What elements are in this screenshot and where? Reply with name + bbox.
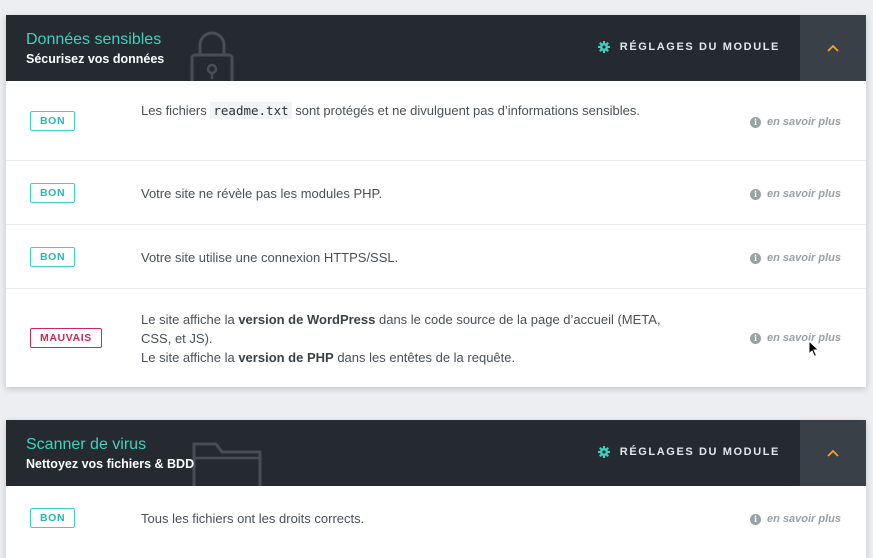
folder-icon [192, 442, 262, 486]
list-item: MAUVAIS Le site affiche la version de Wo… [6, 288, 866, 387]
status-badge: BON [30, 247, 76, 267]
row-text: Tous les fichiers ont les droits correct… [141, 511, 365, 526]
code-snippet: readme.txt [210, 102, 292, 119]
row-text: Les fichiers readme.txt sont protégés et… [141, 102, 640, 119]
list-item: BON Votre site ne révèle pas les modules… [6, 160, 866, 224]
module-virus-scanner: Scanner de virus Nettoyez vos fichiers &… [6, 420, 866, 558]
module-header: Scanner de virus Nettoyez vos fichiers &… [6, 420, 866, 486]
module-settings-label: RÉGLAGES DU MODULE [619, 41, 780, 53]
module-subtitle: Sécurisez vos données [26, 52, 165, 66]
lock-icon [190, 31, 234, 81]
learn-more-link[interactable]: i en savoir plus [750, 116, 841, 128]
info-icon: i [750, 252, 762, 264]
status-badge: MAUVAIS [30, 328, 102, 348]
module-sensitive-data: Données sensibles Sécurisez vos données … [6, 15, 866, 387]
module-header: Données sensibles Sécurisez vos données … [6, 15, 866, 81]
learn-more-link[interactable]: i en savoir plus [750, 332, 841, 344]
info-icon: i [750, 116, 762, 128]
learn-more-link[interactable]: i en savoir plus [750, 513, 841, 525]
list-item: BON Les fichiers readme.txt sont protégé… [6, 81, 866, 160]
learn-more-link[interactable]: i en savoir plus [750, 188, 841, 200]
mouse-cursor-icon [808, 340, 820, 358]
status-badge: BON [30, 508, 76, 528]
row-text: Votre site utilise une connexion HTTPS/S… [141, 250, 399, 265]
list-item: BON Votre site utilise une connexion HTT… [6, 224, 866, 288]
info-icon: i [750, 332, 762, 344]
module-title: Scanner de virus [26, 436, 147, 453]
row-text: Votre site ne révèle pas les modules PHP… [141, 186, 383, 201]
module-title: Données sensibles [26, 31, 162, 48]
module-settings-button[interactable]: RÉGLAGES DU MODULE [597, 446, 780, 458]
list-item: BON Tous les fichiers ont les droits cor… [6, 486, 866, 550]
info-icon: i [750, 188, 762, 200]
chevron-up-icon [827, 449, 839, 457]
info-icon: i [750, 513, 762, 525]
module-subtitle: Nettoyez vos fichiers & BDD [26, 457, 195, 471]
gear-icon [597, 41, 610, 53]
learn-more-link[interactable]: i en savoir plus [750, 252, 841, 264]
gear-icon [597, 446, 610, 458]
collapse-toggle[interactable] [800, 15, 866, 81]
collapse-toggle[interactable] [800, 420, 866, 486]
module-settings-button[interactable]: RÉGLAGES DU MODULE [597, 41, 780, 53]
module-settings-label: RÉGLAGES DU MODULE [619, 446, 780, 458]
status-badge: BON [30, 111, 76, 131]
status-badge: BON [30, 183, 76, 203]
row-text: Le site affiche la version de WordPress … [141, 312, 661, 365]
chevron-up-icon [827, 44, 839, 52]
